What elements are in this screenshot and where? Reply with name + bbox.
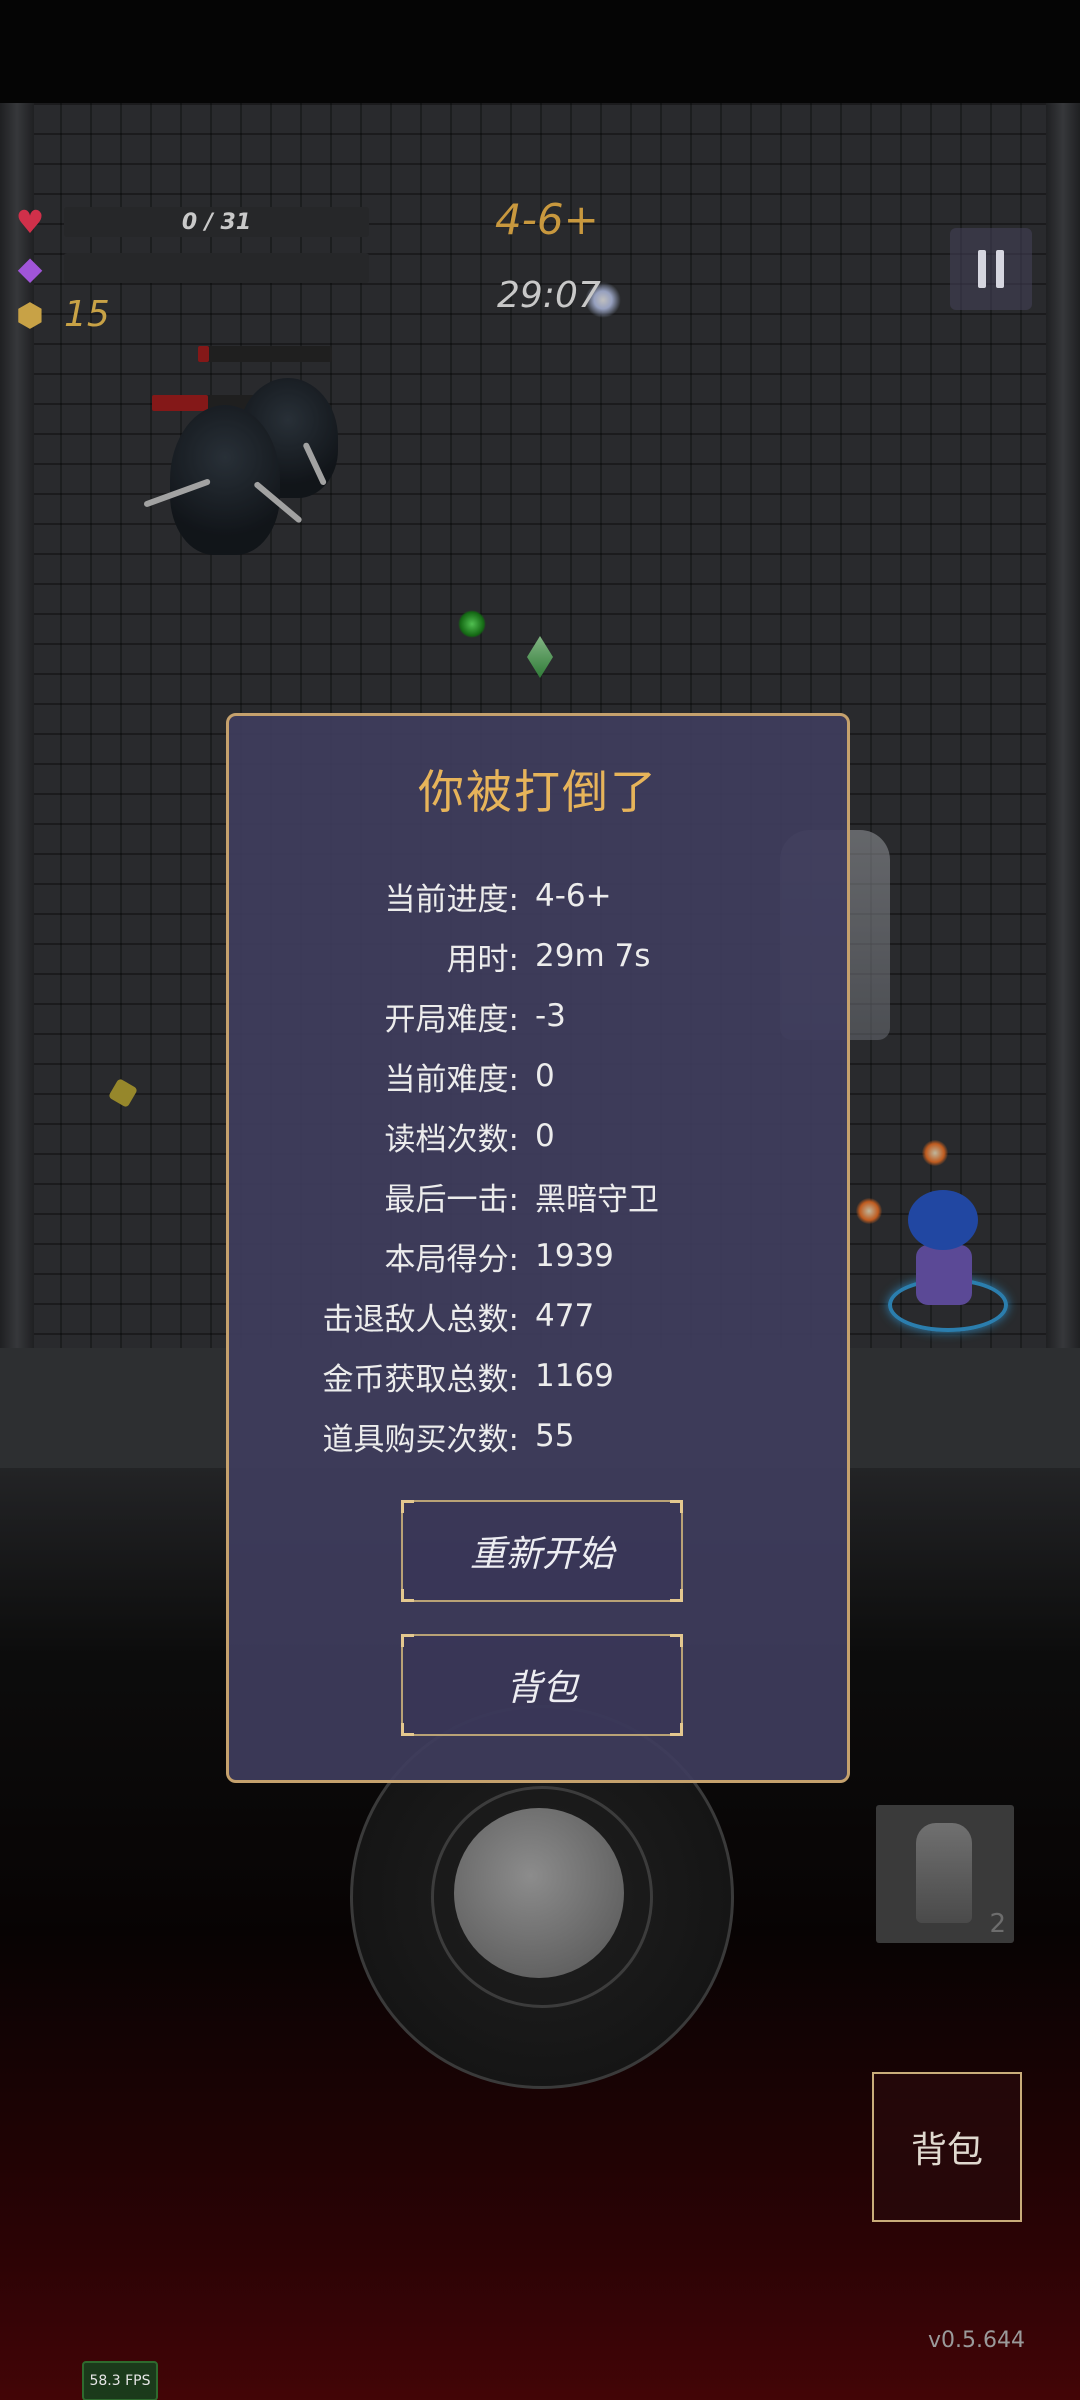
- stat-value: 黑暗守卫: [535, 1181, 659, 1218]
- level-label: 4-6+: [495, 195, 599, 244]
- restart-button-label: 重新开始: [469, 1534, 614, 1575]
- stat-row: 金币获取总数: 1169: [229, 1346, 847, 1406]
- health-bar: 0 / 31: [64, 207, 369, 237]
- stat-value: 29m 7s: [535, 938, 651, 974]
- game-screen: ♥ 0 / 31 ◆ ⬢ 15 4-6+ 29:07 2 背包 58.3 FPS…: [0, 0, 1080, 2400]
- skill-slot[interactable]: 2: [876, 1805, 1014, 1943]
- bag-button-label: 背包: [910, 2130, 983, 2171]
- stat-row: 开局难度: -3: [229, 986, 847, 1046]
- pause-button[interactable]: [950, 228, 1032, 310]
- stat-label: 开局难度:: [384, 1001, 519, 1038]
- pause-icon: [978, 250, 986, 288]
- status-bar-area: [0, 0, 1080, 103]
- stat-value: 55: [535, 1418, 575, 1454]
- stat-row: 当前难度: 0: [229, 1046, 847, 1106]
- dialog-bag-button-label: 背包: [505, 1668, 578, 1709]
- stat-row: 击退敌人总数: 477: [229, 1286, 847, 1346]
- stat-value: 0: [535, 1118, 555, 1154]
- coin-icon: ⬢: [16, 295, 44, 334]
- stat-label: 最后一击:: [384, 1181, 519, 1218]
- timer-label: 29:07: [497, 275, 601, 316]
- health-text: 0 / 31: [181, 209, 252, 235]
- stat-row: 当前进度: 4-6+: [229, 866, 847, 926]
- mana-row: ◆: [10, 248, 369, 288]
- stat-label: 读档次数:: [384, 1121, 519, 1158]
- statue-icon: [916, 1823, 972, 1923]
- stat-row: 最后一击: 黑暗守卫: [229, 1166, 847, 1226]
- mana-bar: [64, 253, 369, 283]
- stat-label: 本局得分:: [384, 1241, 519, 1278]
- stat-value: 477: [535, 1298, 595, 1334]
- dialog-title: 你被打倒了: [418, 765, 658, 819]
- defeat-dialog: 你被打倒了 当前进度: 4-6+ 用时: 29m 7s 开局难度: -3 当前难…: [226, 713, 850, 1783]
- health-row: ♥ 0 / 31: [10, 202, 369, 242]
- stat-label: 道具购买次数:: [322, 1421, 519, 1458]
- version-label: v0.5.644: [928, 2328, 1025, 2353]
- stat-label: 当前难度:: [384, 1061, 519, 1098]
- stat-value: 1169: [535, 1358, 614, 1394]
- stat-label: 击退敌人总数:: [322, 1301, 519, 1338]
- skill-count: 2: [989, 1909, 1006, 1939]
- stat-value: -3: [535, 998, 566, 1034]
- stat-value: 4-6+: [535, 878, 612, 914]
- coin-row: ⬢ 15: [10, 294, 110, 335]
- gem-icon: ◆: [17, 249, 43, 287]
- stat-row: 读档次数: 0: [229, 1106, 847, 1166]
- stat-label: 金币获取总数:: [322, 1361, 519, 1398]
- joystick-knob[interactable]: [454, 1808, 624, 1978]
- dialog-bag-button[interactable]: 背包: [401, 1634, 683, 1736]
- stat-row: 本局得分: 1939: [229, 1226, 847, 1286]
- stat-row: 道具购买次数: 55: [229, 1406, 847, 1466]
- coin-count: 15: [64, 294, 110, 335]
- stat-value: 0: [535, 1058, 555, 1094]
- bag-button[interactable]: 背包: [872, 2072, 1022, 2222]
- stat-label: 用时:: [446, 941, 519, 978]
- restart-button[interactable]: 重新开始: [401, 1500, 683, 1602]
- stats-list: 当前进度: 4-6+ 用时: 29m 7s 开局难度: -3 当前难度: 0 读…: [229, 866, 847, 1466]
- stat-label: 当前进度:: [384, 881, 519, 918]
- stat-row: 用时: 29m 7s: [229, 926, 847, 986]
- stat-value: 1939: [535, 1238, 614, 1274]
- fps-counter: 58.3 FPS: [82, 2361, 158, 2400]
- pause-icon: [996, 250, 1004, 288]
- heart-icon: ♥: [15, 203, 45, 241]
